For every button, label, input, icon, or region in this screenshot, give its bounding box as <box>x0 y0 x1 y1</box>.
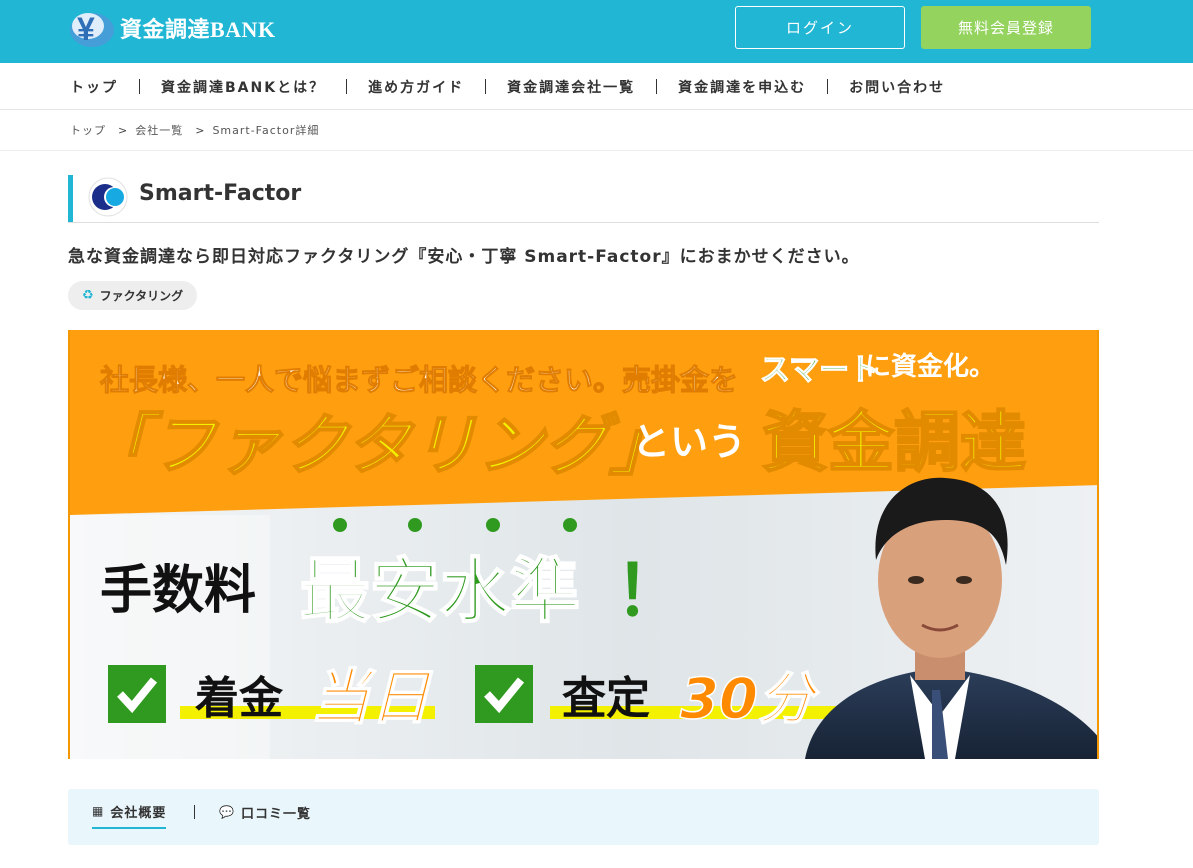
breadcrumb-item-current: Smart-Factor詳細 <box>212 124 320 137</box>
banner-check1-value: 当日 <box>310 663 433 733</box>
tab-company-overview[interactable]: ▦ 会社概要 <box>92 795 167 829</box>
chevron-right-icon: > <box>195 123 206 137</box>
svg-text:¥: ¥ <box>77 11 95 47</box>
nav-divider <box>656 79 658 94</box>
emphasis-dot <box>333 518 347 532</box>
nav-divider <box>485 79 487 94</box>
nav-item-contact[interactable]: お問い合わせ <box>849 77 945 97</box>
company-heading: Smart-Factor <box>68 175 1099 223</box>
site-header: ¥ 資金調達BANK ログイン 無料会員登録 <box>0 0 1193 63</box>
nav-divider <box>346 79 348 94</box>
banner-check2-value: 30分 <box>680 667 820 732</box>
chevron-right-icon: > <box>118 123 129 137</box>
breadcrumb: トップ > 会社一覧 > Smart-Factor詳細 <box>70 110 319 150</box>
heading-accent-bar <box>68 175 73 222</box>
breadcrumb-item-top[interactable]: トップ <box>70 122 106 138</box>
nav-item-apply[interactable]: 資金調達を申込む <box>678 77 806 97</box>
banner-headline-1b: に資金化。 <box>865 351 995 382</box>
emphasis-dot <box>486 518 500 532</box>
banner-headline-smart: スマート <box>760 353 879 388</box>
speech-bubbles-icon: 💬 <box>219 805 235 819</box>
emphasis-dot <box>563 518 577 532</box>
yen-logo-icon: ¥ <box>70 11 114 47</box>
category-tag-label: ファクタリング <box>99 289 184 303</box>
nav-divider <box>827 79 829 94</box>
detail-tabs: ▦ 会社概要 💬 口コミ一覧 <box>68 789 1099 845</box>
tab-company-overview-label: 会社概要 <box>110 805 167 821</box>
company-banner-image: 社長様、一人で悩まずご相談ください。売掛金を スマート に資金化。 「ファクタリ… <box>68 330 1099 759</box>
site-logo[interactable]: ¥ 資金調達BANK <box>68 6 276 50</box>
banner-factoring: 「ファクタリング」 <box>84 407 675 484</box>
banner-check2-label: 査定 <box>562 673 650 724</box>
banner-fee-mark: ！ <box>615 550 685 632</box>
breadcrumb-divider <box>0 150 1193 151</box>
banner-toiu: という <box>632 420 746 464</box>
emphasis-dot <box>408 518 422 532</box>
banner-headline-1: 社長様、一人で悩まずご相談ください。売掛金を <box>100 363 738 397</box>
tab-reviews-label: 口コミ一覧 <box>240 806 311 822</box>
nav-item-about[interactable]: 資金調達BANKとは？ <box>161 77 325 97</box>
banner-artwork: 社長様、一人で悩まずご相談ください。売掛金を スマート に資金化。 「ファクタリ… <box>70 330 1097 759</box>
banner-fee-label: 手数料 <box>100 561 256 621</box>
nav-item-guide[interactable]: 進め方ガイド <box>368 77 464 97</box>
company-tagline: 急な資金調達なら即日対応ファクタリング『安心・丁寧 Smart-Factor』に… <box>68 247 860 267</box>
site-logo-text: 資金調達BANK <box>120 17 276 42</box>
nav-item-company-list[interactable]: 資金調達会社一覧 <box>507 77 635 97</box>
login-button[interactable]: ログイン <box>735 6 905 49</box>
checkmark-icon <box>108 665 166 723</box>
building-icon: ▦ <box>92 804 105 818</box>
nav-item-top[interactable]: トップ <box>70 77 118 97</box>
tab-reviews[interactable]: 💬 口コミ一覧 <box>219 795 311 829</box>
category-tag[interactable]: ♻ ファクタリング <box>68 281 198 310</box>
register-button[interactable]: 無料会員登録 <box>921 6 1091 49</box>
recycle-icon: ♻ <box>82 288 94 303</box>
tab-divider <box>194 805 195 819</box>
banner-check1-label: 着金 <box>195 673 284 724</box>
banner-fee-value: 最安水準 <box>300 550 580 632</box>
company-logo-icon <box>88 177 128 217</box>
nav-divider <box>139 79 140 94</box>
page-title: Smart-Factor <box>139 181 302 206</box>
breadcrumb-item-company-list[interactable]: 会社一覧 <box>135 122 183 138</box>
main-nav: トップ 資金調達BANKとは？ 進め方ガイド 資金調達会社一覧 資金調達を申込む… <box>0 63 1193 110</box>
banner-shikin: 資金調達 <box>762 404 1026 481</box>
checkmark-icon <box>475 665 533 723</box>
